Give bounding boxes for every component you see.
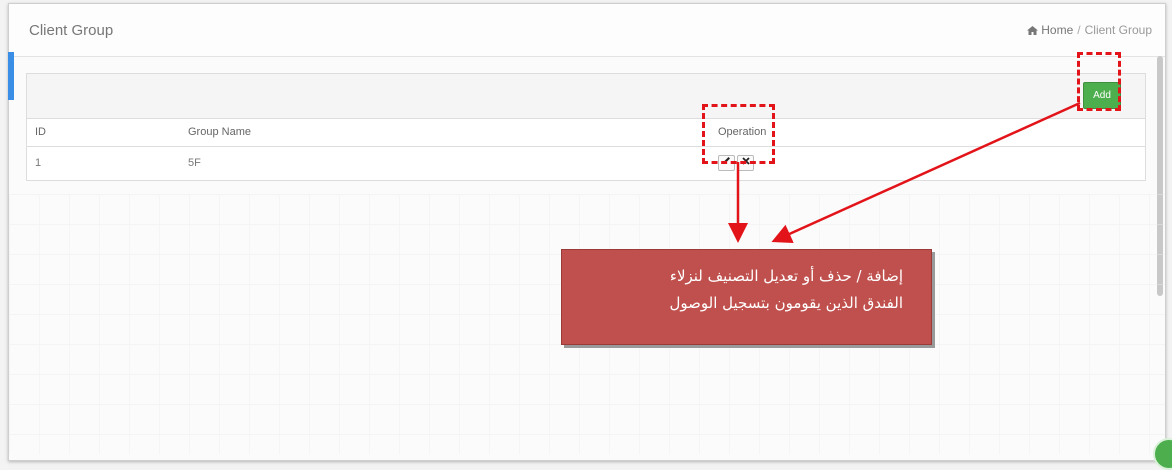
- arrow-to-callout-from-add: [771, 101, 1081, 243]
- callout-line-2: الفندق الذين يقومون بتسجيل الوصول: [669, 294, 903, 312]
- annotation-callout: إضافة / حذف أو تعديل التصنيف لنزلاء الفن…: [561, 249, 932, 345]
- corner-badge-icon: [1153, 438, 1172, 470]
- annotation-arrows: [728, 101, 1081, 243]
- callout-line-1: إضافة / حذف أو تعديل التصنيف لنزلاء: [669, 267, 903, 285]
